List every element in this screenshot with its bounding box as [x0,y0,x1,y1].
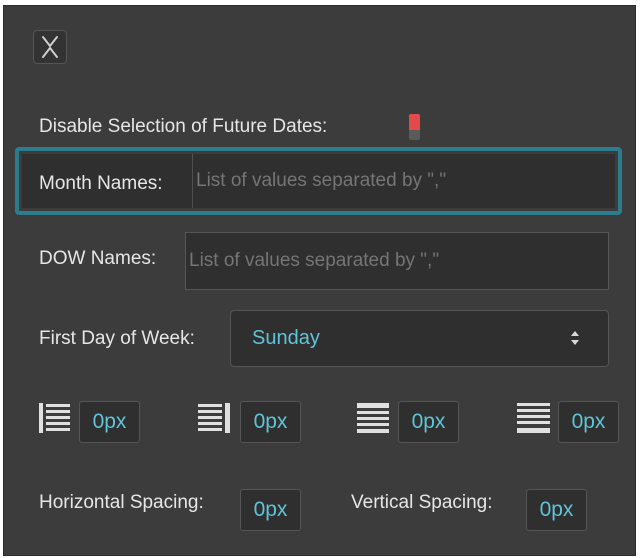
vertical-spacing-value[interactable]: 0px [526,489,587,531]
month-names-label: Month Names: [39,173,163,194]
month-names-input[interactable] [193,155,613,207]
disable-future-dates-label: Disable Selection of Future Dates: [39,116,328,137]
horizontal-spacing-value[interactable]: 0px [240,489,301,531]
dow-names-label: DOW Names: [39,248,157,269]
align-left-icon[interactable] [39,402,71,434]
close-icon [42,36,58,58]
align-justify-icon[interactable] [517,402,550,434]
align-right-icon[interactable] [198,402,232,434]
align-right-value[interactable]: 0px [240,401,301,443]
align-center-value[interactable]: 0px [398,401,459,443]
first-day-of-week-select[interactable]: Sunday [230,310,609,367]
close-button[interactable] [33,30,67,64]
dow-names-input[interactable] [185,232,609,290]
vertical-spacing-label: Vertical Spacing: [351,492,493,513]
first-day-of-week-label: First Day of Week: [39,328,195,349]
align-justify-value[interactable]: 0px [558,401,619,443]
align-center-icon[interactable] [357,402,389,434]
align-left-value[interactable]: 0px [79,401,140,443]
disable-future-dates-toggle[interactable] [409,114,420,140]
first-day-selected-value: Sunday [252,327,320,349]
toggle-on-indicator [409,114,420,130]
select-arrows-icon [571,331,579,345]
horizontal-spacing-label: Horizontal Spacing: [39,492,204,513]
